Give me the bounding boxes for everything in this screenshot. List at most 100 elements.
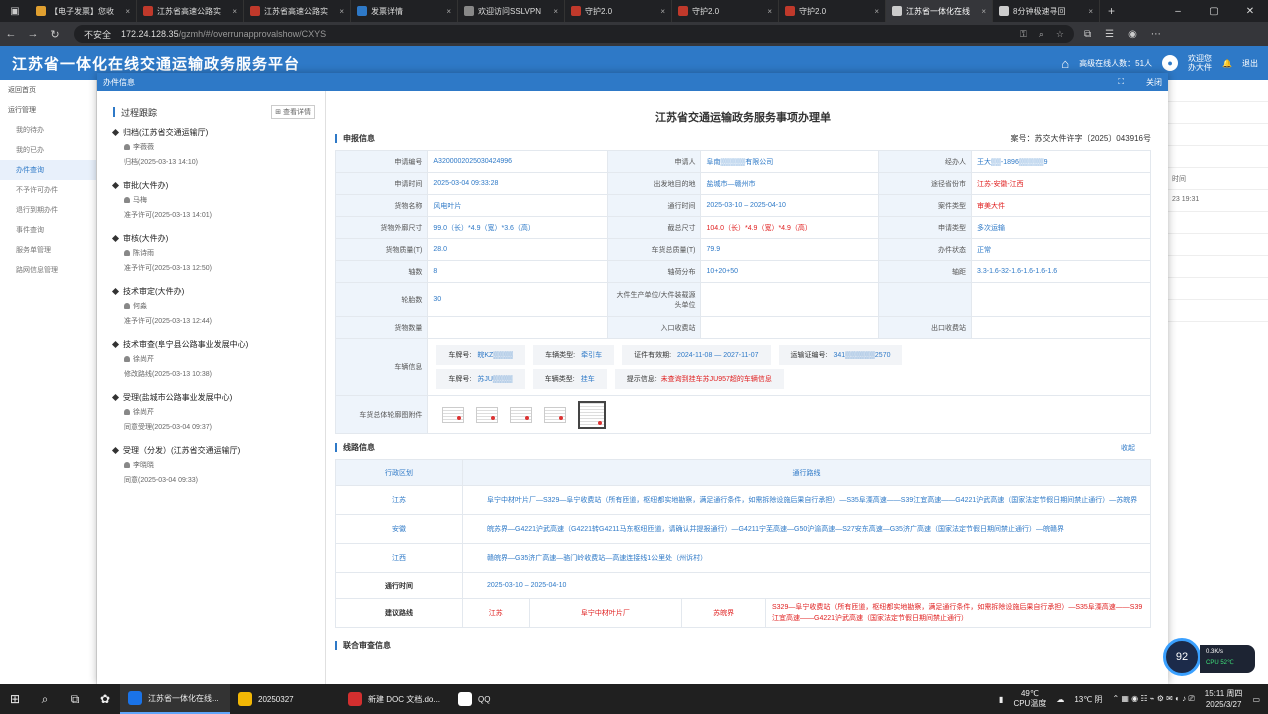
home-icon[interactable]: ⌂ <box>1061 56 1069 71</box>
taskbar-app[interactable]: QQ <box>450 684 560 714</box>
tab-actions-icon[interactable]: ▣ <box>0 6 30 17</box>
field-value <box>700 316 880 339</box>
nav-item[interactable]: 运行管理 <box>0 100 96 120</box>
tab-close-icon[interactable]: × <box>1085 7 1093 16</box>
notification-icon[interactable]: ▭ <box>1252 695 1260 704</box>
more-menu-icon[interactable]: ⋯ <box>1151 29 1161 40</box>
new-tab-button[interactable]: + <box>1100 4 1123 18</box>
bookmark-star-icon[interactable]: ☆ <box>1056 29 1064 40</box>
field-value: 30 <box>427 282 609 317</box>
tab-close-icon[interactable]: × <box>443 7 451 16</box>
tab-close-icon[interactable]: × <box>550 7 558 16</box>
attachment-thumbnail[interactable] <box>476 406 499 423</box>
modal-close-button[interactable]: 关闭 <box>1146 77 1162 88</box>
tab-favicon-icon <box>999 6 1009 16</box>
route-header-cell: 通行路线 <box>462 459 1151 486</box>
step-person: 徐尚芹 <box>133 356 154 363</box>
attachment-thumbnail[interactable] <box>510 406 533 423</box>
browser-tab[interactable]: 欢迎访问SSLVPN × <box>458 0 565 22</box>
fullscreen-icon[interactable]: ⛶ <box>1118 77 1124 88</box>
reload-icon[interactable]: ↻ <box>44 28 66 41</box>
url-path: /gzmh/#/overrunapprovalshow/CXYS <box>178 29 327 39</box>
nav-item[interactable]: 办件查询 <box>0 160 96 180</box>
zoom-icon[interactable]: ⌕ <box>1039 29 1044 40</box>
nav-item[interactable]: 事件查询 <box>0 220 96 240</box>
tab-close-icon[interactable]: × <box>229 7 237 16</box>
attachment-thumbnail[interactable] <box>442 406 465 423</box>
view-detail-button[interactable]: ⊞ 查看详情 <box>271 105 315 119</box>
browser-tab[interactable]: 守护2.0 × <box>565 0 672 22</box>
maximize-icon[interactable]: ▢ <box>1196 6 1232 17</box>
tab-close-icon[interactable]: × <box>336 7 344 16</box>
logout-button[interactable]: 退出 <box>1242 58 1258 69</box>
attachment-label: 车货总体轮廓图附件 <box>334 395 429 434</box>
track-step: 技术审查(阜宁县公路事业发展中心) 徐尚芹 修改路线(2025-03-13 10:3… <box>111 339 325 379</box>
nav-item[interactable]: 不予许可办件 <box>0 180 96 200</box>
tab-favicon-icon <box>464 6 474 16</box>
browser-tab[interactable]: 【电子发票】您收 × <box>30 0 137 22</box>
browser-tab[interactable]: 守护2.0 × <box>672 0 779 22</box>
user-avatar-icon[interactable]: ● <box>1162 55 1179 71</box>
person-icon <box>124 303 130 310</box>
key-icon[interactable]: ⚿ <box>1020 29 1027 40</box>
nav-item[interactable]: 我的已办 <box>0 140 96 160</box>
collapse-link[interactable]: 收起 <box>1121 443 1135 453</box>
tab-close-icon[interactable]: × <box>657 7 665 16</box>
tab-label: 欢迎访问SSLVPN <box>478 6 541 16</box>
step-title: 技术审查(阜宁县公路事业发展中心) <box>123 340 249 349</box>
weather[interactable]: 13℃ 阴 <box>1074 694 1102 705</box>
clock[interactable]: 15:11 周四 2025/3/27 <box>1205 688 1243 710</box>
tray-icons[interactable]: ⌃ ▦ ◉ ☷ ⌁ ⚙ ✉ ◐ ♪ ⎚ <box>1112 694 1194 704</box>
field-label: 途径省份市 <box>878 172 973 195</box>
tray-app-icon[interactable]: ▮ <box>999 695 1003 704</box>
tab-favicon-icon <box>785 6 795 16</box>
nav-item[interactable]: 服务单管理 <box>0 240 96 260</box>
search-icon[interactable]: ⌕ <box>30 692 60 707</box>
extension-icon[interactable]: ⧉ <box>1084 29 1091 40</box>
browser-tab[interactable]: 江苏省高速公路实 × <box>244 0 351 22</box>
close-window-icon[interactable]: ✕ <box>1232 6 1268 17</box>
taskbar-app[interactable]: 江苏省一体化在线... <box>120 684 230 714</box>
track-step: 受理(盐城市公路事业发展中心) 徐尚芹 同意受理(2025-03-04 09:37) <box>111 392 325 432</box>
nav-item[interactable]: 路网信息管理 <box>0 260 96 280</box>
bell-icon[interactable]: 🔔 <box>1222 59 1232 68</box>
tab-close-icon[interactable]: × <box>764 7 772 16</box>
taskbar-app[interactable]: 20250327 <box>230 684 340 714</box>
nav-item[interactable]: 返回首页 <box>0 80 96 100</box>
forward-icon[interactable]: → <box>22 28 44 40</box>
windows-start-icon[interactable]: ⊞ <box>0 692 30 706</box>
minimize-icon[interactable]: – <box>1160 6 1196 17</box>
info-row: 货物外廓尺寸 99.0（长）*4.9（宽）*3.6（高） 截总尺寸 104.0（长）*… <box>334 216 1151 239</box>
tab-close-icon[interactable]: × <box>871 7 879 16</box>
tab-close-icon[interactable]: × <box>978 7 986 16</box>
pass-time-row: 通行时间 2025-03-10 – 2025-04-10 <box>335 572 1151 599</box>
field-label: 轮胎数 <box>334 282 429 317</box>
browser-tab[interactable]: 8分钟极速寻回 × <box>993 0 1100 22</box>
widgets-icon[interactable]: ✿ <box>90 692 120 706</box>
nav-item[interactable]: 我的待办 <box>0 120 96 140</box>
browser-tab[interactable]: 江苏省一体化在线 × <box>886 0 993 22</box>
taskbar-app-label: 20250327 <box>258 694 294 704</box>
url-input[interactable]: 不安全 172.24.128.35 /gzmh/#/overrunapprova… <box>74 25 1074 43</box>
field-label: 轴距 <box>878 260 973 283</box>
browser-tab[interactable]: 江苏省高速公路实 × <box>137 0 244 22</box>
browser-tab[interactable]: 守护2.0 × <box>779 0 886 22</box>
insecure-indicator[interactable]: 不安全 <box>84 28 111 41</box>
attachment-thumbnail[interactable] <box>578 400 607 429</box>
profile-icon[interactable]: ◉ <box>1128 29 1137 40</box>
field-value: 王大▒▒-1896▒▒▒▒▒9 <box>971 150 1151 173</box>
form-title: 江苏省交通运输政务服务事项办理单 <box>655 112 831 124</box>
address-bar: ← → ↻ 不安全 172.24.128.35 /gzmh/#/overruna… <box>0 22 1268 46</box>
performance-gauge[interactable]: 92 <box>1163 638 1201 676</box>
tab-close-icon[interactable]: × <box>122 7 130 16</box>
taskbar-app[interactable]: 新建 DOC 文档.do... <box>340 684 450 714</box>
task-view-icon[interactable]: ⧉ <box>60 692 90 707</box>
step-person: 何淼 <box>133 303 147 310</box>
left-nav: 返回首页 运行管理 我的待办 我的已办 办件查询 不予许可办件 退行到期办件 事件查询 服务单管… <box>0 80 97 684</box>
clock-date: 2025/3/27 <box>1205 700 1242 709</box>
back-icon[interactable]: ← <box>0 28 22 40</box>
favorites-icon[interactable]: ☰ <box>1105 29 1114 40</box>
attachment-thumbnail[interactable] <box>544 406 567 423</box>
nav-item[interactable]: 退行到期办件 <box>0 200 96 220</box>
browser-tab[interactable]: 发票详情 × <box>351 0 458 22</box>
